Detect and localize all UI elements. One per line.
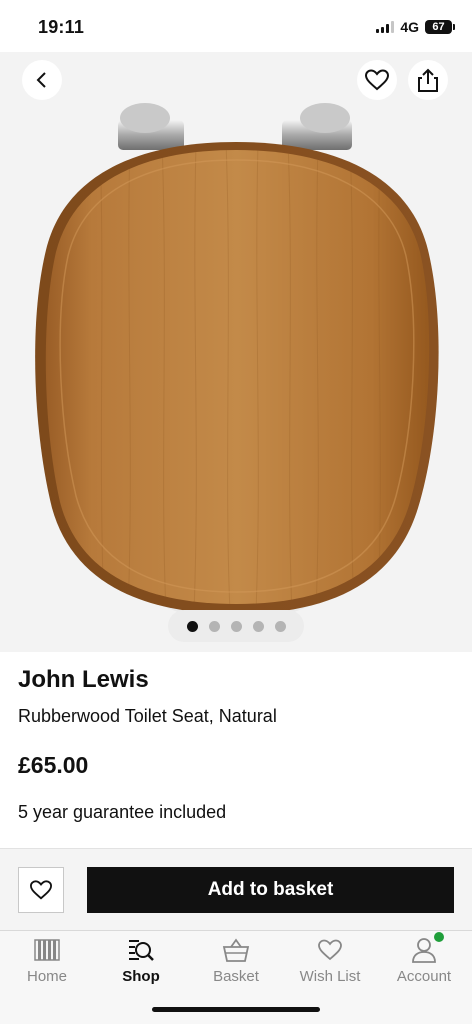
product-price: £65.00 xyxy=(18,752,89,778)
product-brand[interactable]: John Lewis xyxy=(18,666,149,694)
heart-icon xyxy=(364,69,390,91)
wishlist-button[interactable] xyxy=(357,60,397,100)
status-indicators: 4G 67 xyxy=(376,19,455,35)
pagination-dot[interactable] xyxy=(274,620,286,632)
network-label: 4G xyxy=(400,19,419,35)
tab-label: Wish List xyxy=(299,968,361,985)
product-name: Rubberwood Toilet Seat, Natural xyxy=(18,706,277,726)
shop-search-icon xyxy=(129,940,154,961)
home-indicator[interactable] xyxy=(152,1007,320,1012)
add-to-wishlist-button[interactable] xyxy=(18,867,64,913)
heart-icon xyxy=(29,880,53,900)
tab-label: Shop xyxy=(122,968,160,985)
chevron-left-icon xyxy=(36,72,46,88)
notification-dot xyxy=(434,932,444,942)
share-icon xyxy=(418,68,438,92)
tab-basket[interactable]: Basket xyxy=(189,931,283,1003)
tab-account[interactable]: Account xyxy=(377,931,471,1003)
signal-icon xyxy=(376,21,395,33)
tab-label: Basket xyxy=(213,968,259,985)
tab-shop[interactable]: Shop xyxy=(94,931,188,1003)
back-button[interactable] xyxy=(22,60,62,100)
basket-icon xyxy=(222,938,250,962)
tab-label: Home xyxy=(26,968,67,985)
battery-icon: 67 xyxy=(425,20,455,34)
pagination-dot[interactable] xyxy=(252,620,264,632)
home-icon xyxy=(34,939,60,961)
product-image-gallery[interactable] xyxy=(0,52,472,652)
add-to-basket-button[interactable]: Add to basket xyxy=(87,867,454,913)
tab-label: Account xyxy=(396,968,452,985)
pagination-dot[interactable] xyxy=(230,620,242,632)
tab-wishlist[interactable]: Wish List xyxy=(283,931,377,1003)
product-image xyxy=(35,103,439,622)
status-bar: 19:11 4G 67 xyxy=(0,0,472,52)
gallery-pagination[interactable] xyxy=(168,610,304,642)
pagination-dot[interactable] xyxy=(186,620,198,632)
tab-home[interactable]: Home xyxy=(0,931,94,1003)
pagination-dot[interactable] xyxy=(208,620,220,632)
heart-icon xyxy=(318,939,342,961)
share-button[interactable] xyxy=(408,60,448,100)
guarantee-info: 5 year guarantee included xyxy=(18,802,227,822)
status-time: 19:11 xyxy=(38,17,85,37)
purchase-bar: Add to basket xyxy=(0,848,472,930)
user-icon xyxy=(412,938,436,963)
